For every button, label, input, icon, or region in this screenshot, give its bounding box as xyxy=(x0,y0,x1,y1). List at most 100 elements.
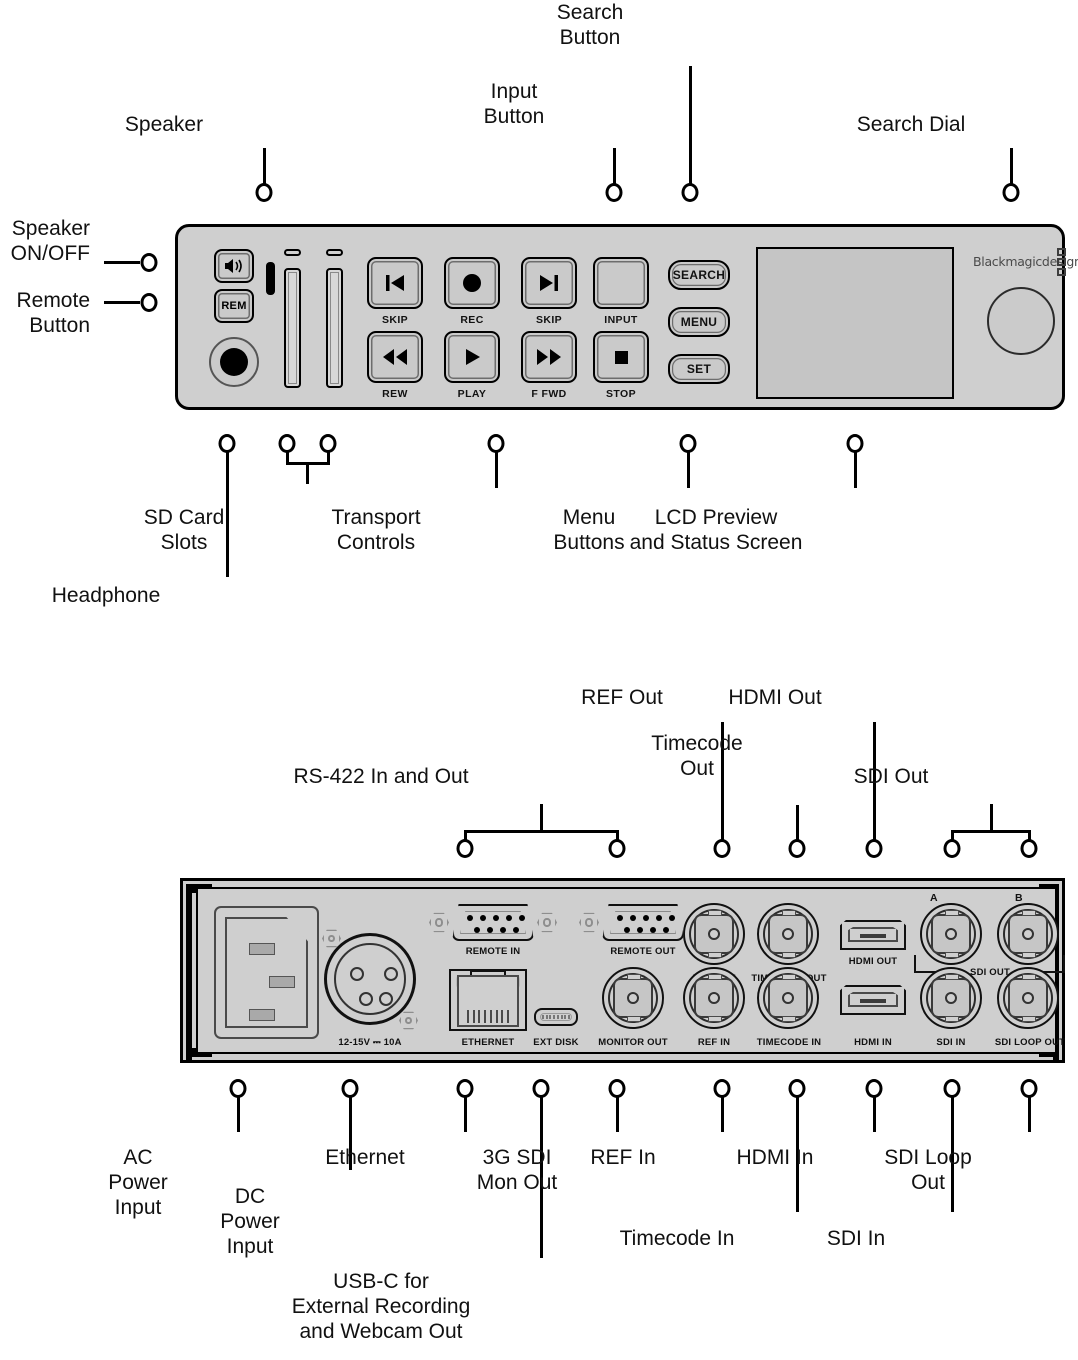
play-button[interactable] xyxy=(444,331,500,383)
timecode-out-lug-bottom xyxy=(782,952,796,958)
skip-back-caption: SKIP xyxy=(381,314,409,326)
headphone-jack[interactable] xyxy=(209,337,259,387)
skip-forward-button[interactable] xyxy=(521,257,577,309)
sdi-loop-out-label: SDI LOOP OUT xyxy=(994,1037,1066,1048)
search-button[interactable]: SEARCH xyxy=(668,260,730,290)
callout-dot-sdi-out-a xyxy=(943,839,961,858)
play-caption: PLAY xyxy=(457,388,487,400)
ref-out-center-pin xyxy=(708,928,720,940)
sdi-in-label: SDI IN xyxy=(936,1037,966,1048)
menu-button[interactable]: MENU xyxy=(668,307,730,337)
monitor-out-label: MONITOR OUT xyxy=(598,1037,668,1048)
sdi-loop-out-connector[interactable] xyxy=(997,967,1059,1029)
callout-hdmi-out: HDMI Out xyxy=(728,686,822,709)
leader-sdi-mon-out xyxy=(616,1097,619,1132)
hdmi-out-connector[interactable] xyxy=(840,920,906,950)
callout-dot-transport-controls xyxy=(487,434,505,453)
callout-timecode-out: Timecode Out xyxy=(651,732,743,780)
sd-slot-2-led xyxy=(326,249,343,256)
front-panel: REM SKIP REC SKIP INPUT REW PLAY F FWD S… xyxy=(175,224,1078,410)
stop-button[interactable] xyxy=(593,331,649,383)
skip-forward-icon xyxy=(540,275,558,291)
monitor-out-connector[interactable] xyxy=(602,967,664,1029)
callout-sdi-out: SDI Out xyxy=(853,765,929,788)
callout-dot-speaker xyxy=(255,183,273,202)
timecode-out-center-pin xyxy=(782,928,794,940)
ethernet-contacts xyxy=(467,1010,509,1023)
callout-dot-search-dial xyxy=(1002,183,1020,202)
timecode-in-connector[interactable] xyxy=(757,967,819,1029)
callout-search-dial: Search Dial xyxy=(856,113,966,136)
remote-button-label: REM xyxy=(221,300,247,312)
monitor-out-lug-top xyxy=(627,974,641,980)
leader-ac-power-input xyxy=(237,1097,240,1132)
monitor-out-center-pin xyxy=(627,992,639,1004)
fast-forward-button[interactable] xyxy=(521,331,577,383)
rewind-caption: REW xyxy=(382,388,408,400)
callout-dot-hdmi-in xyxy=(865,1079,883,1098)
brand-logo-marks xyxy=(1057,248,1066,276)
rewind-button[interactable] xyxy=(367,331,423,383)
hdmi-in-inner xyxy=(848,992,898,1007)
callout-dot-input-button xyxy=(605,183,623,202)
sdi-out-a-center-pin xyxy=(945,928,957,940)
headphone-jack-hole xyxy=(220,348,248,376)
remote-in-screw-left xyxy=(429,912,449,933)
dc-pin-2 xyxy=(384,967,398,981)
timecode-in-lug-top xyxy=(782,974,796,980)
sdi-loop-out-center-pin xyxy=(1022,992,1034,1004)
leader-sdi-out-stem xyxy=(990,804,993,832)
sdi-in-connector[interactable] xyxy=(920,967,982,1029)
speaker-on-off-button[interactable] xyxy=(214,249,254,283)
dc-pin-3 xyxy=(359,992,373,1006)
microphone-slot xyxy=(266,262,275,295)
ref-out-connector[interactable] xyxy=(683,903,745,965)
callout-dc-power-input: DC Power Input xyxy=(220,1185,280,1258)
remote-in-pins xyxy=(454,906,532,939)
remote-in-connector[interactable] xyxy=(452,904,534,941)
remote-out-connector[interactable] xyxy=(602,904,684,941)
monitor-out-lug-bottom xyxy=(627,1016,641,1022)
callout-dot-sd-slot-1 xyxy=(278,434,296,453)
timecode-out-lug-top xyxy=(782,910,796,916)
fast-forward-icon xyxy=(537,349,561,365)
dc-pin-4 xyxy=(379,992,393,1006)
remote-button[interactable]: REM xyxy=(214,289,254,323)
sdi-loop-out-lug-top xyxy=(1022,974,1036,980)
ac-power-input-connector[interactable] xyxy=(214,906,319,1039)
search-dial[interactable] xyxy=(987,287,1055,355)
input-button[interactable] xyxy=(593,257,649,309)
ext-disk-usbc-connector[interactable] xyxy=(534,1008,578,1026)
leader-sdi-loop-out xyxy=(1028,1097,1031,1132)
ethernet-label: ETHERNET xyxy=(461,1037,515,1048)
set-button-label: SET xyxy=(686,362,712,376)
ref-in-label: REF IN xyxy=(697,1037,731,1048)
ref-in-connector[interactable] xyxy=(683,967,745,1029)
hdmi-in-connector[interactable] xyxy=(840,985,906,1015)
sd-card-slot-1[interactable] xyxy=(284,268,301,388)
leader-rs422-bracket xyxy=(465,830,617,833)
callout-dot-timecode-in xyxy=(788,1079,806,1098)
leader-hdmi-in xyxy=(873,1097,876,1132)
rewind-icon xyxy=(383,349,407,365)
set-button[interactable]: SET xyxy=(668,354,730,384)
input-caption: INPUT xyxy=(604,314,638,326)
rack-ear-left-bar xyxy=(186,884,192,1063)
stop-icon xyxy=(615,351,628,364)
leader-search-button xyxy=(689,66,692,193)
fast-forward-caption: F FWD xyxy=(531,388,567,400)
callout-dot-ref-out xyxy=(713,839,731,858)
sd-card-slot-2[interactable] xyxy=(326,268,343,388)
record-button[interactable] xyxy=(444,257,500,309)
ethernet-connector[interactable] xyxy=(449,969,527,1031)
lcd-preview-screen[interactable] xyxy=(756,247,954,399)
dc-power-input-connector[interactable] xyxy=(324,933,416,1025)
leader-ref-in xyxy=(721,1097,724,1132)
skip-back-button[interactable] xyxy=(367,257,423,309)
timecode-out-connector[interactable] xyxy=(757,903,819,965)
timecode-in-lug-bottom xyxy=(782,1016,796,1022)
brand-mark-2 xyxy=(1057,258,1066,266)
callout-dot-sd-slot-2 xyxy=(319,434,337,453)
ac-pin-top xyxy=(249,943,275,955)
remote-out-screw-left xyxy=(579,912,599,933)
